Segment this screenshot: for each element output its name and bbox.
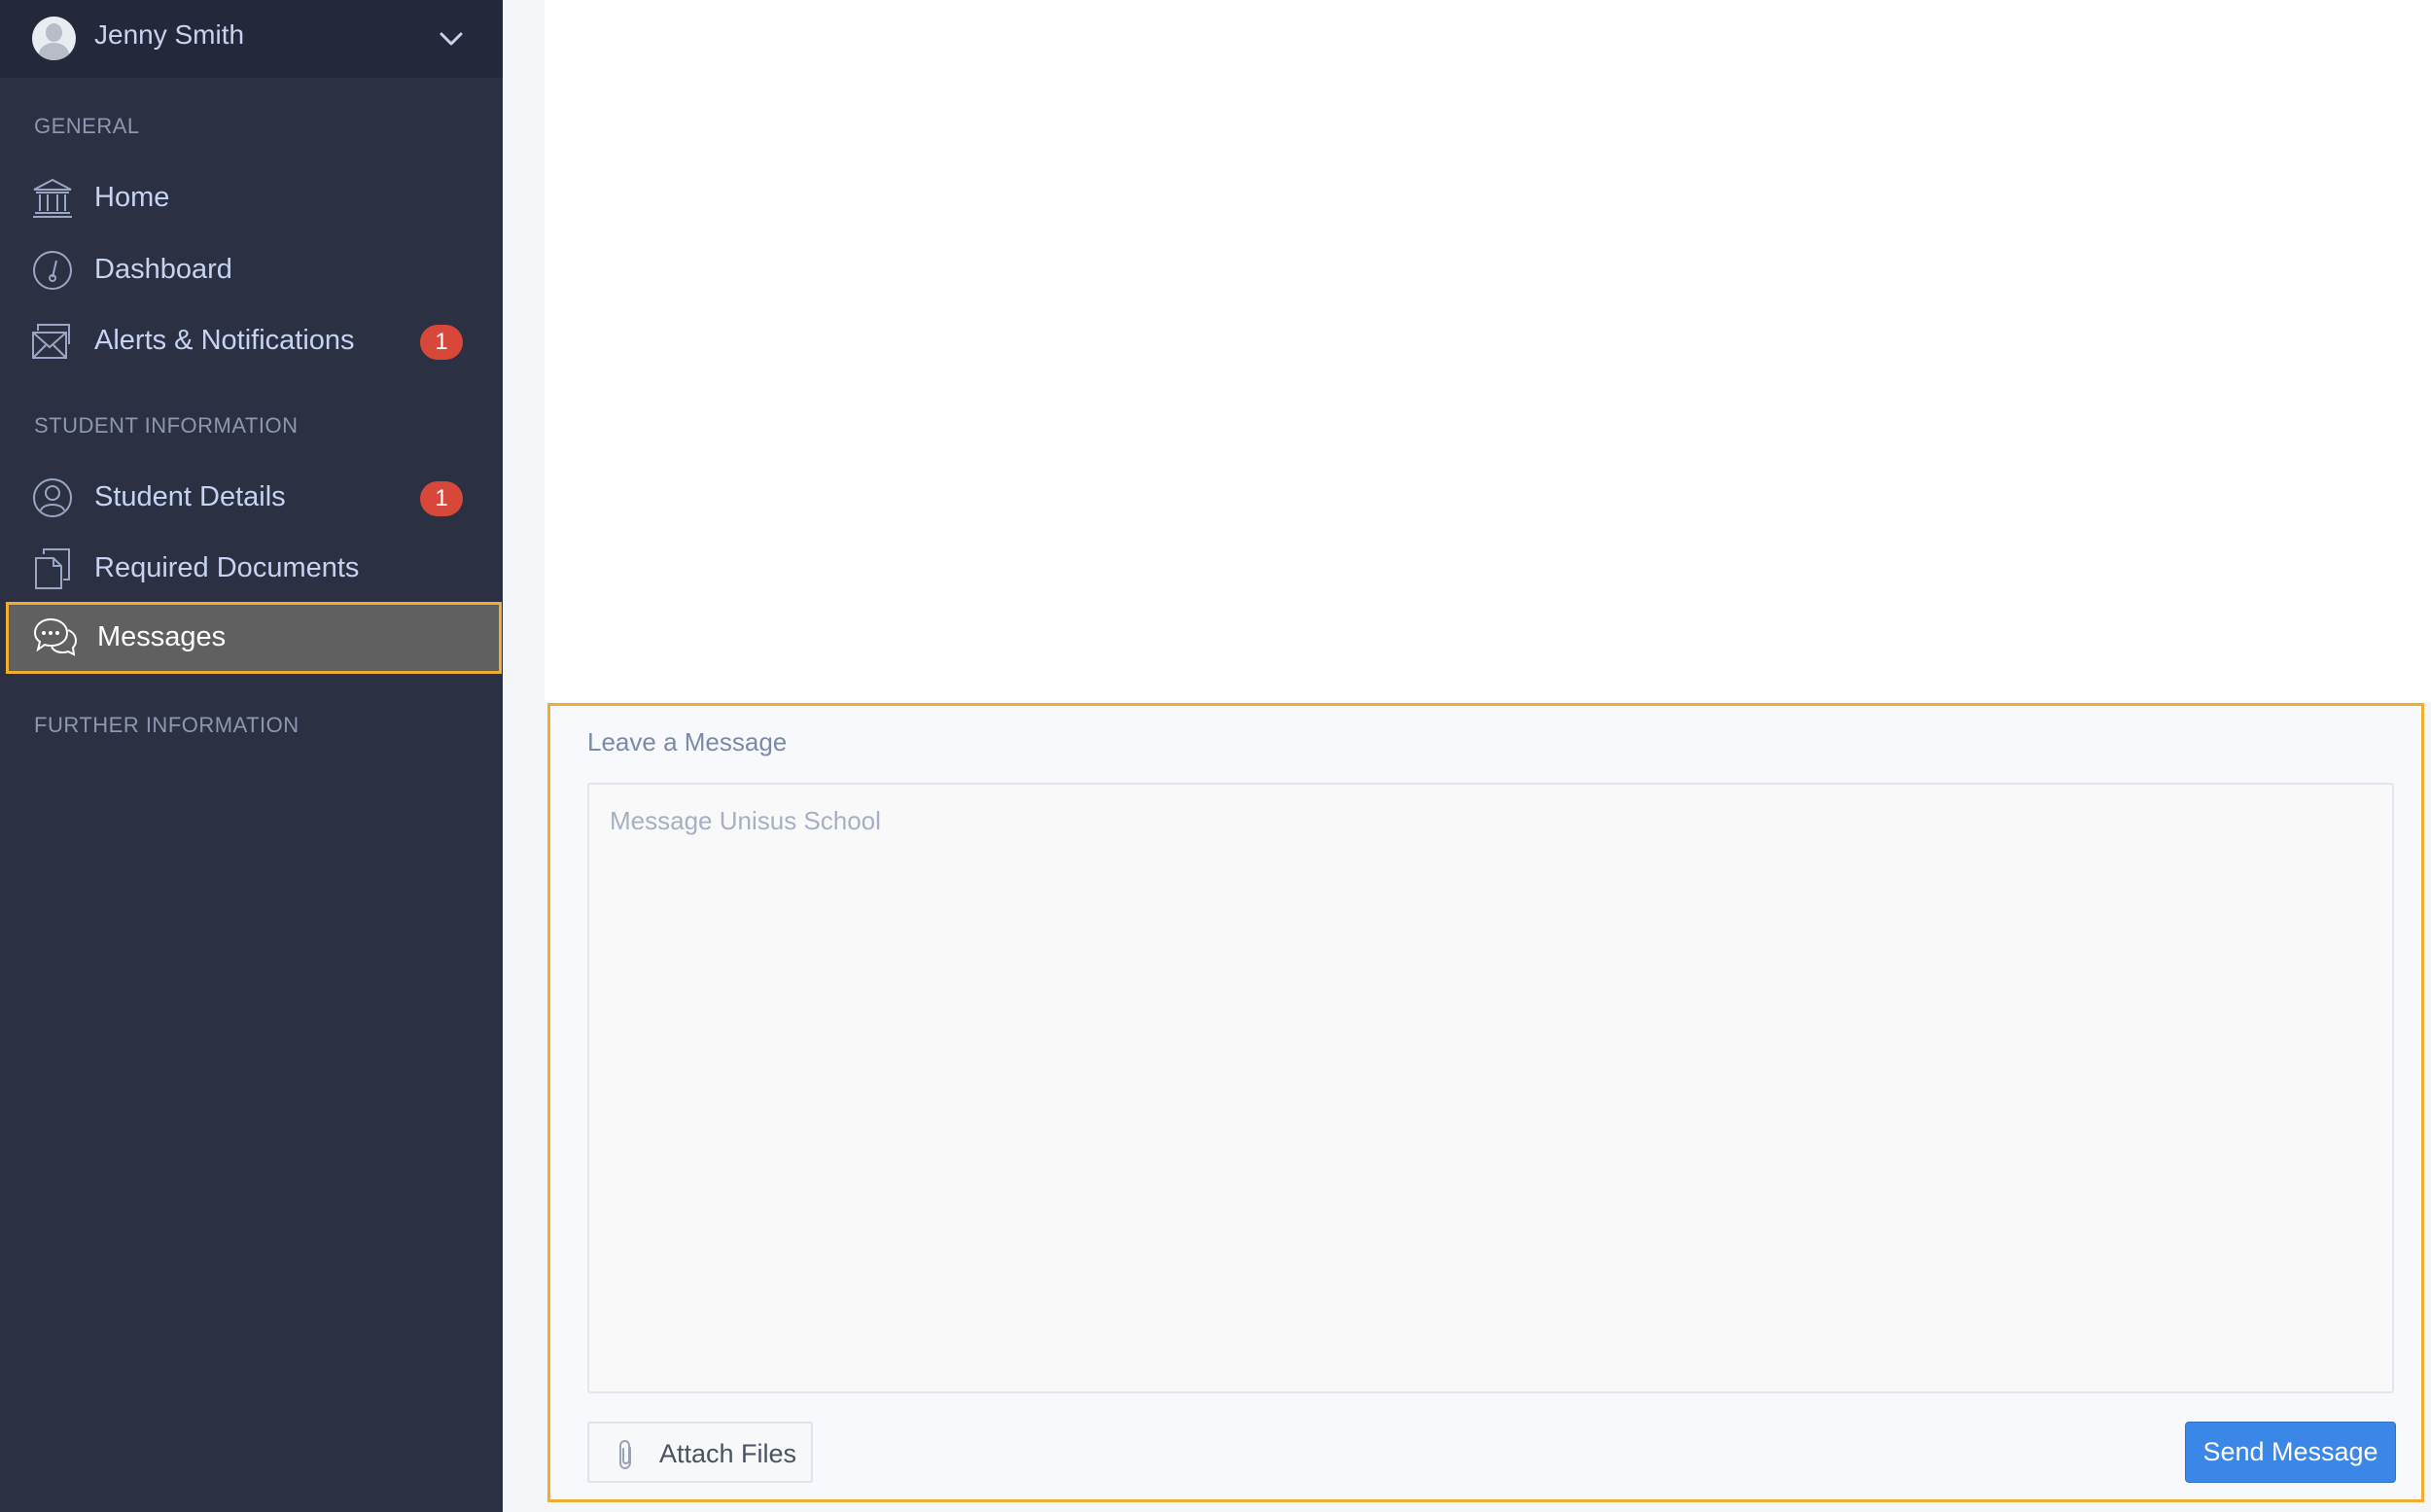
user-menu[interactable]: Jenny Smith bbox=[0, 0, 503, 78]
section-title-student-information: STUDENT INFORMATION bbox=[34, 413, 299, 438]
chat-bubbles-icon bbox=[33, 617, 78, 656]
sidebar-item-messages[interactable]: Messages bbox=[6, 602, 502, 674]
notification-badge: 1 bbox=[420, 325, 463, 360]
user-name: Jenny Smith bbox=[94, 19, 245, 50]
sidebar-item-student-details[interactable]: Student Details 1 bbox=[0, 462, 503, 534]
sidebar-item-label: Alerts & Notifications bbox=[94, 325, 355, 356]
sidebar: Jenny Smith GENERAL Home Dashboard Alert… bbox=[0, 0, 503, 1512]
section-title-general: GENERAL bbox=[34, 114, 140, 138]
app-root: Jenny Smith GENERAL Home Dashboard Alert… bbox=[0, 0, 2431, 1512]
sidebar-item-label: Dashboard bbox=[94, 254, 232, 285]
compose-panel: Leave a Message Attach Files Send Messag… bbox=[547, 703, 2424, 1502]
sidebar-item-label: Required Documents bbox=[94, 552, 360, 583]
send-message-button[interactable]: Send Message bbox=[2185, 1422, 2396, 1483]
compose-title: Leave a Message bbox=[587, 727, 788, 756]
attach-files-button[interactable]: Attach Files bbox=[587, 1422, 813, 1483]
sidebar-item-label: Messages bbox=[97, 621, 227, 652]
section-title-further-information: FURTHER INFORMATION bbox=[34, 713, 299, 737]
sidebar-item-required-documents[interactable]: Required Documents bbox=[0, 533, 503, 605]
message-input[interactable] bbox=[587, 783, 2394, 1393]
attach-files-label: Attach Files bbox=[659, 1439, 797, 1468]
message-thread bbox=[545, 0, 2431, 702]
sidebar-item-label: Home bbox=[94, 182, 170, 213]
notification-badge: 1 bbox=[420, 481, 463, 516]
sidebar-item-label: Student Details bbox=[94, 481, 286, 512]
sidebar-item-dashboard[interactable]: Dashboard bbox=[0, 234, 503, 306]
documents-icon bbox=[35, 548, 70, 589]
user-circle-icon bbox=[33, 478, 72, 517]
chevron-down-icon[interactable] bbox=[434, 21, 469, 56]
sidebar-item-home[interactable]: Home bbox=[0, 162, 503, 234]
gauge-icon bbox=[33, 251, 72, 290]
envelope-icon bbox=[32, 324, 70, 359]
paperclip-icon bbox=[619, 1439, 631, 1470]
sidebar-item-alerts[interactable]: Alerts & Notifications 1 bbox=[0, 305, 503, 377]
avatar bbox=[32, 17, 76, 60]
bank-icon bbox=[33, 178, 72, 218]
